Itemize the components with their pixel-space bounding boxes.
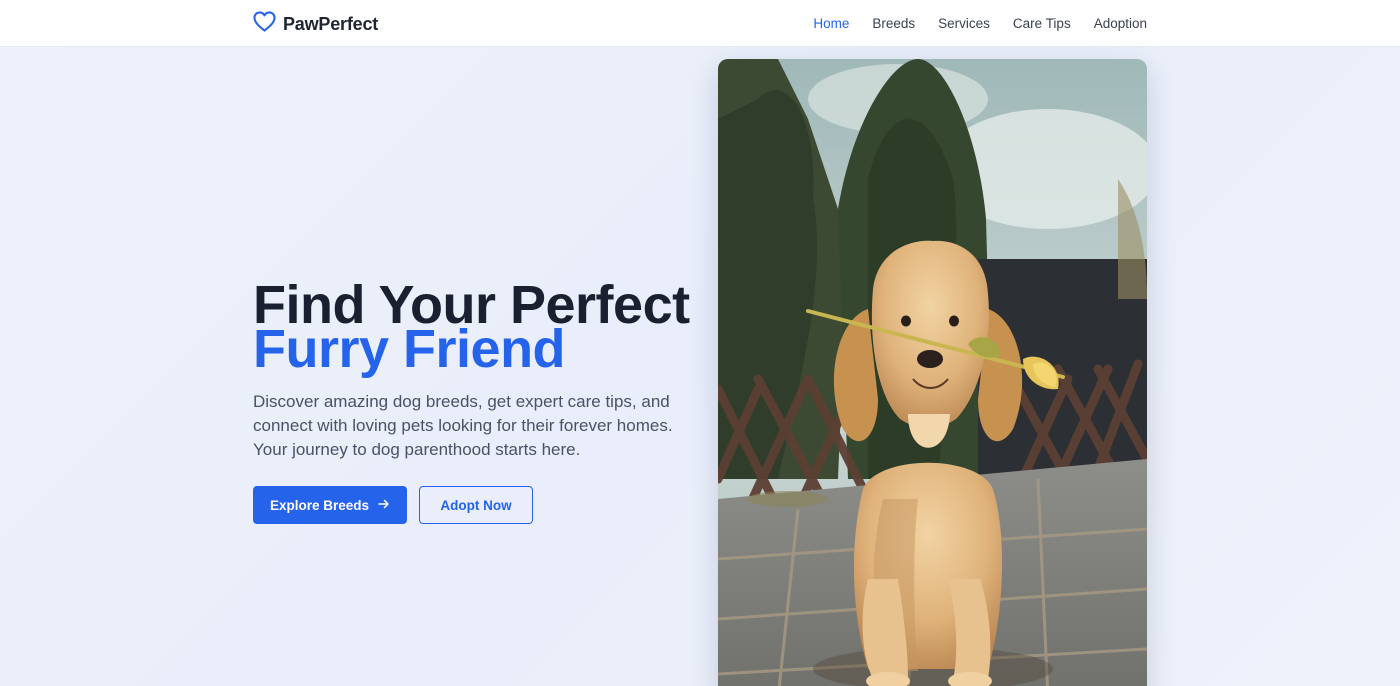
main-nav: Home Breeds Services Care Tips Adoption <box>813 0 1147 47</box>
top-navbar: PawPerfect Home Breeds Services Care Tip… <box>0 0 1400 47</box>
nav-care-tips[interactable]: Care Tips <box>1013 16 1071 31</box>
hero-subtitle: Discover amazing dog breeds, get expert … <box>253 392 673 459</box>
nav-home[interactable]: Home <box>813 16 849 31</box>
adopt-now-label: Adopt Now <box>440 497 512 513</box>
hero-dog-photo <box>718 59 1147 686</box>
nav-adoption[interactable]: Adoption <box>1094 16 1147 31</box>
brand-name: PawPerfect <box>283 13 379 34</box>
nav-services[interactable]: Services <box>938 16 990 31</box>
dog-photo-illustration <box>718 59 1147 686</box>
explore-breeds-label: Explore Breeds <box>269 497 370 513</box>
cta-row: Explore Breeds Adopt Now <box>253 486 693 524</box>
heart-icon <box>253 11 276 37</box>
adopt-now-button[interactable]: Adopt Now <box>419 486 533 524</box>
nav-breeds[interactable]: Breeds <box>872 16 915 31</box>
hero-content: Find Your Perfect Furry Friend Discover … <box>253 276 693 524</box>
brand-logo[interactable]: PawPerfect <box>253 11 378 37</box>
arrow-right-icon <box>378 498 390 513</box>
explore-breeds-button[interactable]: Explore Breeds <box>253 486 407 524</box>
hero-headline: Find Your Perfect Furry Friend <box>253 276 693 378</box>
